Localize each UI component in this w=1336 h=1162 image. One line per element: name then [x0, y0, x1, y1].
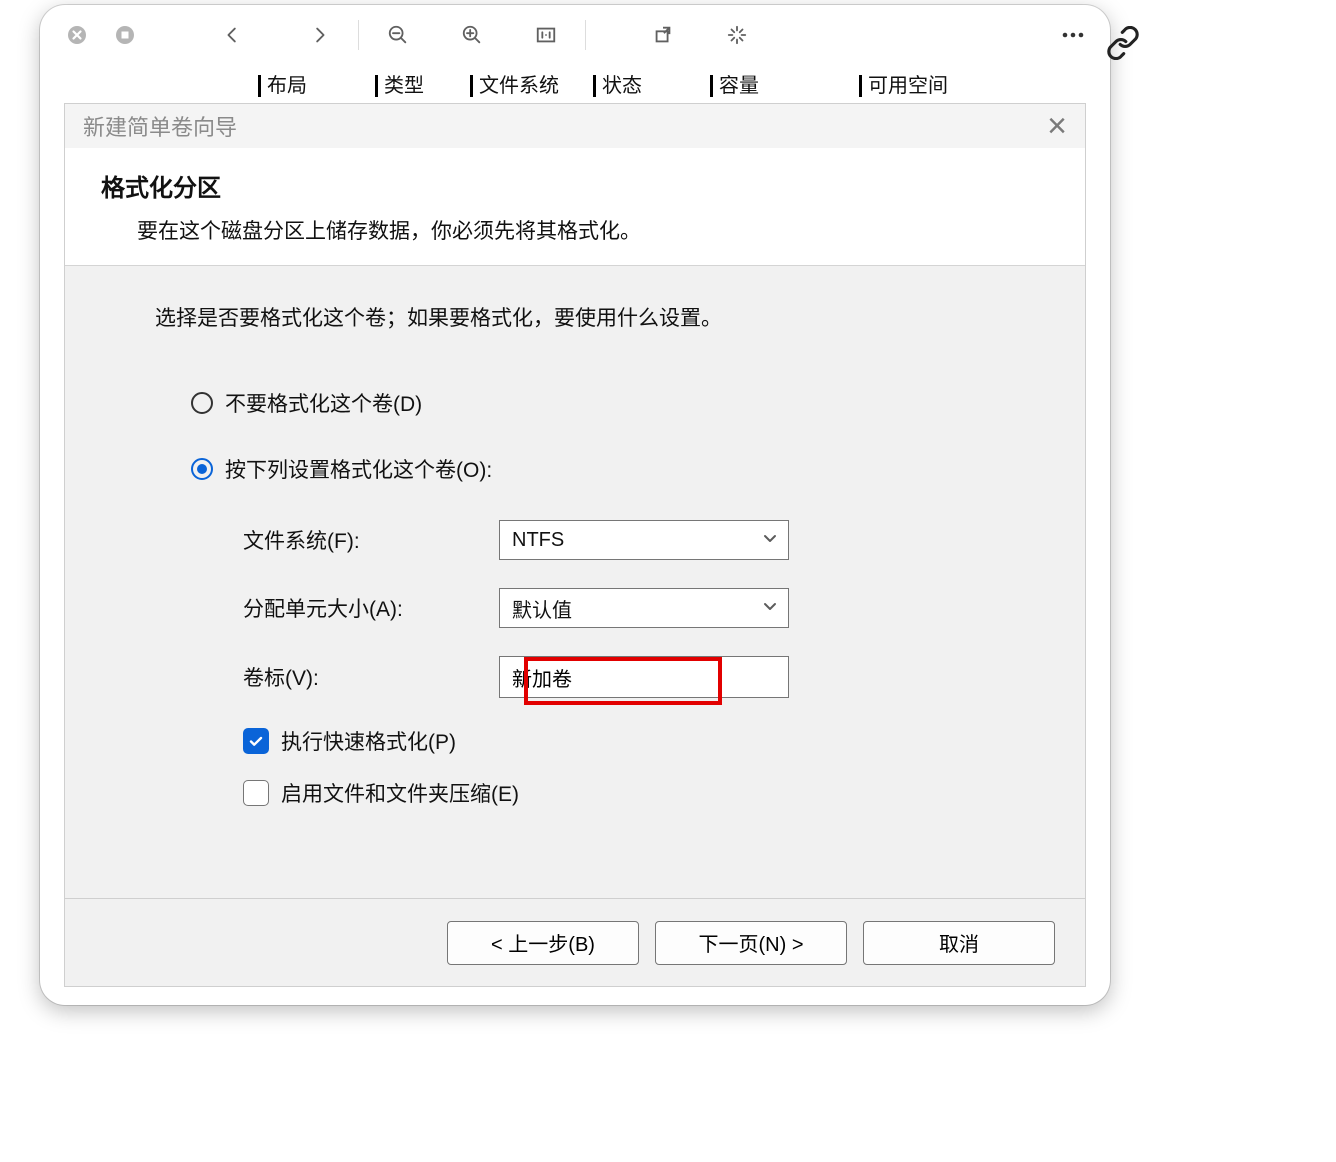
col-free-space: 可用空间 [859, 75, 958, 97]
open-external-icon[interactable] [644, 16, 682, 54]
alloc-size-label: 分配单元大小(A): [243, 593, 499, 623]
format-settings-grid: 文件系统(F): NTFS 分配单元大小(A): 默认值 [243, 520, 995, 698]
separator [585, 20, 586, 50]
chevron-down-icon [762, 529, 778, 552]
back-icon[interactable] [214, 16, 252, 54]
section-description: 要在这个磁盘分区上储存数据，你必须先将其格式化。 [101, 215, 1049, 245]
volume-label-input[interactable] [500, 657, 788, 697]
background-table-headers: 布局 类型 文件系统 状态 容量 可用空间 [40, 75, 1110, 105]
filesystem-label: 文件系统(F): [243, 525, 499, 555]
radio-do-format[interactable]: 按下列设置格式化这个卷(O): [191, 454, 995, 484]
chevron-down-icon [762, 597, 778, 620]
radio-icon [191, 392, 213, 414]
viewer-card: 布局 类型 文件系统 状态 容量 可用空间 新建简单卷向导 × 格式化分区 要在… [40, 5, 1110, 1005]
format-prompt: 选择是否要格式化这个卷；如果要格式化，要使用什么设置。 [155, 302, 995, 332]
col-filesystem: 文件系统 [470, 75, 569, 97]
radio-no-format[interactable]: 不要格式化这个卷(D) [191, 388, 995, 418]
dialog-body: 选择是否要格式化这个卷；如果要格式化，要使用什么设置。 不要格式化这个卷(D) … [65, 266, 1085, 808]
next-button[interactable]: 下一页(N) > [655, 921, 847, 965]
viewer-toolbar [40, 5, 1110, 65]
radio-icon [191, 458, 213, 480]
filesystem-value: NTFS [512, 529, 564, 552]
close-icon[interactable]: × [1047, 109, 1067, 143]
link-icon[interactable] [1098, 18, 1148, 68]
magic-icon[interactable] [718, 16, 756, 54]
alloc-size-select[interactable]: 默认值 [499, 588, 789, 628]
col-type: 类型 [375, 75, 434, 97]
compression-label: 启用文件和文件夹压缩(E) [281, 778, 519, 808]
dialog-header: 格式化分区 要在这个磁盘分区上储存数据，你必须先将其格式化。 [65, 148, 1085, 266]
radio-do-format-label: 按下列设置格式化这个卷(O): [225, 454, 492, 484]
compression-checkbox-row[interactable]: 启用文件和文件夹压缩(E) [243, 778, 995, 808]
separator [358, 20, 359, 50]
volume-label-label: 卷标(V): [243, 662, 499, 692]
checkbox-icon [243, 728, 269, 754]
col-status: 状态 [593, 75, 652, 97]
section-title: 格式化分区 [101, 168, 1049, 203]
more-icon[interactable] [1054, 16, 1092, 54]
stop-circle-icon[interactable] [106, 16, 144, 54]
radio-no-format-label: 不要格式化这个卷(D) [225, 388, 422, 418]
col-capacity: 容量 [710, 75, 769, 97]
filesystem-select[interactable]: NTFS [499, 520, 789, 560]
dialog-titlebar: 新建简单卷向导 × [65, 104, 1085, 148]
zoom-in-icon[interactable] [453, 16, 491, 54]
cancel-button[interactable]: 取消 [863, 921, 1055, 965]
alloc-size-value: 默认值 [512, 594, 572, 623]
close-circle-icon[interactable] [58, 16, 96, 54]
new-simple-volume-wizard-dialog: 新建简单卷向导 × 格式化分区 要在这个磁盘分区上储存数据，你必须先将其格式化。… [64, 103, 1086, 987]
back-button[interactable]: < 上一步(B) [447, 921, 639, 965]
volume-label-input-wrap [499, 656, 789, 698]
quick-format-label: 执行快速格式化(P) [281, 726, 456, 756]
checkbox-icon [243, 780, 269, 806]
col-layout: 布局 [258, 75, 317, 97]
dialog-footer: < 上一步(B) 下一页(N) > 取消 [65, 898, 1085, 986]
forward-icon[interactable] [300, 16, 338, 54]
fit-one-to-one-icon[interactable] [527, 16, 565, 54]
dialog-title: 新建简单卷向导 [83, 110, 237, 142]
zoom-out-icon[interactable] [379, 16, 417, 54]
quick-format-checkbox-row[interactable]: 执行快速格式化(P) [243, 726, 995, 756]
